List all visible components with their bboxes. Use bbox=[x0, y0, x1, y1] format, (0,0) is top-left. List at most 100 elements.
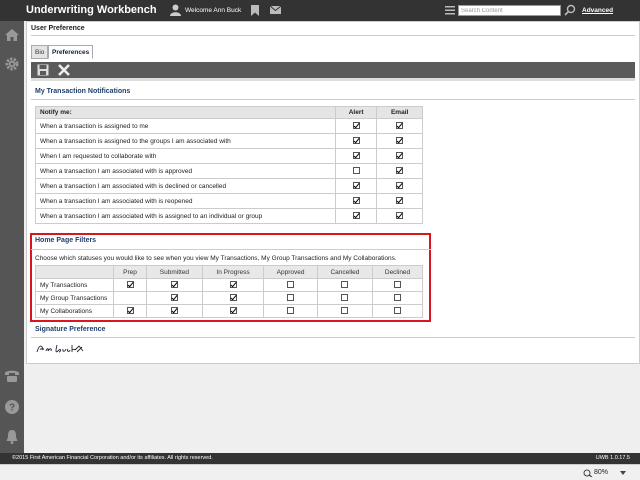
email-checkbox[interactable] bbox=[396, 122, 404, 130]
filters-cell bbox=[146, 278, 203, 292]
tab-preferences[interactable]: Preferences bbox=[48, 45, 94, 59]
bookmark-icon[interactable] bbox=[251, 5, 259, 16]
zoom-icon[interactable] bbox=[583, 469, 593, 477]
alert-checkbox[interactable] bbox=[352, 182, 360, 190]
alert-header: Alert bbox=[334, 106, 378, 119]
alert-cell bbox=[334, 163, 378, 179]
mail-icon[interactable] bbox=[270, 6, 281, 14]
filters-cell bbox=[372, 291, 423, 305]
notification-row: When I am requested to collaborate with bbox=[35, 148, 423, 164]
status-checkbox[interactable] bbox=[126, 307, 134, 315]
alert-checkbox[interactable] bbox=[352, 212, 360, 220]
status-checkbox[interactable] bbox=[287, 307, 295, 315]
email-cell bbox=[376, 148, 423, 164]
status-checkbox[interactable] bbox=[341, 307, 349, 315]
tab-bio[interactable]: Bio bbox=[31, 45, 49, 59]
status-checkbox[interactable] bbox=[170, 294, 178, 302]
status-checkbox[interactable] bbox=[170, 281, 178, 289]
notification-row: When a transaction is assigned to the gr… bbox=[35, 133, 423, 149]
notification-label: When a transaction is assigned to the gr… bbox=[35, 133, 336, 149]
notification-label: When a transaction I am associated with … bbox=[35, 163, 336, 179]
email-checkbox[interactable] bbox=[396, 167, 404, 175]
alert-checkbox[interactable] bbox=[352, 122, 360, 130]
status-checkbox[interactable] bbox=[341, 294, 349, 302]
status-checkbox[interactable] bbox=[170, 307, 178, 315]
status-checkbox[interactable] bbox=[229, 294, 237, 302]
notification-row: When a transaction I am associated with … bbox=[35, 208, 423, 224]
menu-icon[interactable] bbox=[445, 6, 455, 15]
status-checkbox[interactable] bbox=[394, 294, 402, 302]
email-checkbox[interactable] bbox=[396, 212, 404, 220]
email-checkbox[interactable] bbox=[396, 137, 404, 145]
toolbar bbox=[31, 62, 635, 78]
filters-row-label: My Transactions bbox=[35, 278, 114, 292]
signature-title: Signature Preference bbox=[35, 326, 106, 333]
email-checkbox[interactable] bbox=[396, 197, 404, 205]
alert-checkbox[interactable] bbox=[352, 167, 360, 175]
title-divider bbox=[31, 35, 635, 36]
email-cell bbox=[376, 193, 423, 209]
signature-divider bbox=[31, 337, 635, 338]
notifications-divider bbox=[31, 99, 635, 100]
search-icon[interactable] bbox=[564, 4, 576, 16]
version-text: UWB 1.0.17.5 bbox=[595, 455, 630, 461]
status-checkbox[interactable] bbox=[394, 281, 402, 289]
page-title: User Preference bbox=[31, 25, 85, 32]
filters-cell bbox=[146, 291, 203, 305]
filters-column-header: In Progress bbox=[201, 265, 265, 279]
app-title[interactable]: Underwriting Workbench bbox=[26, 4, 157, 16]
email-checkbox[interactable] bbox=[396, 152, 404, 160]
filters-cell bbox=[112, 291, 148, 305]
left-nav: ? bbox=[0, 21, 24, 453]
notification-label: When a transaction is assigned to me bbox=[35, 118, 336, 134]
alert-checkbox[interactable] bbox=[352, 137, 360, 145]
filters-cell bbox=[201, 291, 265, 305]
status-checkbox[interactable] bbox=[229, 307, 237, 315]
save-icon[interactable] bbox=[37, 64, 49, 76]
filters-cell bbox=[372, 304, 423, 318]
filters-cell bbox=[372, 278, 423, 292]
filters-cell bbox=[316, 291, 374, 305]
filters-description: Choose which statuses you would like to … bbox=[35, 255, 397, 262]
email-checkbox[interactable] bbox=[396, 182, 404, 190]
filters-cell bbox=[316, 304, 374, 318]
email-cell bbox=[376, 208, 423, 224]
bell-icon[interactable] bbox=[4, 429, 20, 445]
svg-text:?: ? bbox=[9, 403, 15, 414]
gear-icon[interactable] bbox=[4, 56, 20, 72]
filters-cell bbox=[201, 278, 265, 292]
alert-cell bbox=[334, 208, 378, 224]
notifications-title: My Transaction Notifications bbox=[35, 88, 131, 95]
welcome-text[interactable]: Welcome Ann Buck bbox=[185, 7, 241, 14]
phone-icon[interactable] bbox=[4, 368, 20, 384]
filters-column-header: Submitted bbox=[146, 265, 203, 279]
status-checkbox[interactable] bbox=[341, 281, 349, 289]
alert-checkbox[interactable] bbox=[352, 152, 360, 160]
status-checkbox[interactable] bbox=[229, 281, 237, 289]
notify-header: Notify me: bbox=[35, 106, 336, 119]
status-checkbox[interactable] bbox=[287, 281, 295, 289]
user-icon[interactable] bbox=[170, 4, 181, 16]
browser-status-bar: 80% bbox=[0, 464, 640, 480]
alert-checkbox[interactable] bbox=[352, 197, 360, 205]
help-icon[interactable]: ? bbox=[4, 399, 20, 415]
copyright-text: ©2015 First American Financial Corporati… bbox=[12, 455, 213, 461]
signature-image bbox=[36, 344, 84, 353]
home-icon[interactable] bbox=[4, 27, 20, 43]
top-bar: Underwriting Workbench Welcome Ann Buck … bbox=[0, 0, 640, 21]
filters-column-header: Approved bbox=[263, 265, 318, 279]
close-icon[interactable] bbox=[58, 64, 70, 76]
alert-cell bbox=[334, 118, 378, 134]
advanced-search-link[interactable]: Advanced bbox=[582, 7, 613, 14]
status-checkbox[interactable] bbox=[126, 281, 134, 289]
filters-cell bbox=[146, 304, 203, 318]
notification-label: When a transaction I am associated with … bbox=[35, 178, 336, 194]
chevron-down-icon[interactable] bbox=[620, 471, 626, 475]
status-checkbox[interactable] bbox=[287, 294, 295, 302]
toolbar-shadow bbox=[31, 78, 635, 81]
status-checkbox[interactable] bbox=[394, 307, 402, 315]
notification-label: When a transaction I am associated with … bbox=[35, 208, 336, 224]
alert-cell bbox=[334, 133, 378, 149]
zoom-level[interactable]: 80% bbox=[594, 469, 608, 476]
search-input[interactable] bbox=[458, 5, 561, 16]
